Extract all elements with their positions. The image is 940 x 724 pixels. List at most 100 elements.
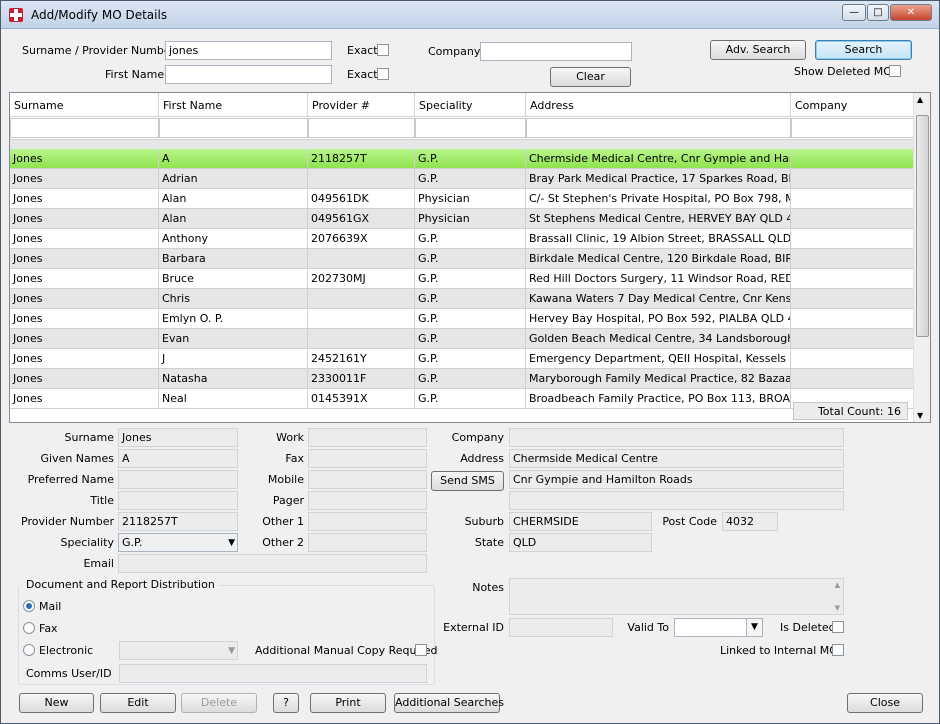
- given-names-field[interactable]: A: [118, 449, 238, 468]
- suburb-field[interactable]: CHERMSIDE: [509, 512, 652, 531]
- filter-firstname[interactable]: [159, 118, 308, 138]
- speciality-value: G.P.: [122, 536, 143, 549]
- col-company-header[interactable]: Company: [791, 93, 915, 117]
- electronic-select[interactable]: ▼: [119, 641, 238, 660]
- work-field[interactable]: [308, 428, 427, 447]
- filter-speciality[interactable]: [415, 118, 526, 138]
- company-field[interactable]: [509, 428, 844, 447]
- table-row[interactable]: Jones J 2452161Y G.P. Emergency Department, …: [10, 349, 915, 369]
- table-cell: [791, 249, 915, 268]
- notes-field[interactable]: ▲ ▼: [509, 578, 844, 615]
- col-speciality-header[interactable]: Speciality: [415, 93, 526, 117]
- col-firstname-header[interactable]: First Name: [159, 93, 308, 117]
- notes-scroll-down-icon[interactable]: ▼: [835, 604, 840, 612]
- manual-copy-checkbox[interactable]: [415, 644, 427, 656]
- close-button[interactable]: Close: [847, 693, 923, 713]
- company-search-input[interactable]: [480, 42, 632, 61]
- table-row[interactable]: Jones Bruce 202730MJ G.P. Red Hill Doctors S…: [10, 269, 915, 289]
- scroll-thumb[interactable]: [916, 115, 929, 337]
- table-cell: [791, 229, 915, 248]
- table-row[interactable]: Jones A 2118257T G.P. Chermside Medical Cent…: [10, 149, 915, 169]
- filter-surname[interactable]: [10, 118, 159, 138]
- table-cell: 2118257T: [308, 149, 415, 168]
- table-row[interactable]: Jones Chris G.P. Kawana Waters 7 Day Medica…: [10, 289, 915, 309]
- maximize-button[interactable]: □: [867, 4, 889, 21]
- table-cell: Jones: [10, 329, 159, 348]
- provider-number-field[interactable]: 2118257T: [118, 512, 238, 531]
- electronic-label: Electronic: [39, 644, 94, 657]
- table-cell: Brassall Clinic, 19 Albion Street, BRASS…: [526, 229, 791, 248]
- filter-company[interactable]: [791, 118, 915, 138]
- notes-scroll-up-icon[interactable]: ▲: [835, 581, 840, 589]
- scroll-up-icon[interactable]: ▲: [917, 95, 923, 104]
- surname-search-input[interactable]: jones: [165, 41, 332, 60]
- state-field[interactable]: QLD: [509, 533, 652, 552]
- grid-scrollbar[interactable]: ▲ ▼: [913, 93, 930, 422]
- firstname-search-input[interactable]: [165, 65, 332, 84]
- is-deleted-checkbox[interactable]: [832, 621, 844, 633]
- table-cell: G.P.: [415, 229, 526, 248]
- search-button[interactable]: Search: [815, 40, 912, 60]
- table-row[interactable]: Jones Natasha 2330011F G.P. Maryborough Fami…: [10, 369, 915, 389]
- table-row[interactable]: Jones Evan G.P. Golden Beach Medical Centre…: [10, 329, 915, 349]
- preferred-name-field[interactable]: [118, 470, 238, 489]
- comms-user-field[interactable]: [119, 664, 427, 683]
- print-button[interactable]: Print: [310, 693, 386, 713]
- exact-firstname-checkbox[interactable]: [377, 68, 389, 80]
- linked-internal-checkbox[interactable]: [832, 644, 844, 656]
- calendar-dropdown-icon[interactable]: ▼: [746, 619, 762, 636]
- exact-surname-checkbox[interactable]: [377, 44, 389, 56]
- valid-to-picker[interactable]: ▼: [674, 618, 763, 637]
- col-surname-header[interactable]: Surname: [10, 93, 159, 117]
- col-provider-header[interactable]: Provider #: [308, 93, 415, 117]
- external-id-field[interactable]: [509, 618, 613, 637]
- table-row[interactable]: Jones Adrian G.P. Bray Park Medical Practic…: [10, 169, 915, 189]
- show-deleted-checkbox[interactable]: [889, 65, 901, 77]
- table-cell: G.P.: [415, 389, 526, 408]
- table-cell: G.P.: [415, 349, 526, 368]
- help-button[interactable]: ?: [273, 693, 299, 713]
- delete-button[interactable]: Delete: [181, 693, 257, 713]
- table-cell: Neal: [159, 389, 308, 408]
- fax-field[interactable]: [308, 449, 427, 468]
- other1-field[interactable]: [308, 512, 427, 531]
- title-field[interactable]: [118, 491, 238, 510]
- address-line2-field[interactable]: Cnr Gympie and Hamilton Roads: [509, 470, 844, 489]
- additional-searches-button[interactable]: Additional Searches: [394, 693, 504, 713]
- table-row[interactable]: Jones Alan 049561DK Physician C/- St Stephen…: [10, 189, 915, 209]
- clear-button[interactable]: Clear: [550, 67, 631, 87]
- table-row[interactable]: Jones Alan 049561GX Physician St Stephens Me…: [10, 209, 915, 229]
- table-cell: [308, 169, 415, 188]
- mail-radio[interactable]: [23, 600, 35, 612]
- email-field[interactable]: [118, 554, 427, 573]
- send-sms-button[interactable]: Send SMS: [431, 471, 504, 491]
- new-button[interactable]: New: [19, 693, 94, 713]
- provider-number-label: Provider Number: [21, 515, 114, 528]
- adv-search-button[interactable]: Adv. Search: [710, 40, 806, 60]
- postcode-field[interactable]: 4032: [722, 512, 778, 531]
- table-row[interactable]: Jones Neal 0145391X G.P. Broadbeach Family P…: [10, 389, 915, 409]
- valid-to-label: Valid To: [627, 621, 669, 634]
- col-address-header[interactable]: Address: [526, 93, 791, 117]
- pager-field[interactable]: [308, 491, 427, 510]
- window-title: Add/Modify MO Details: [31, 8, 168, 22]
- speciality-select[interactable]: G.P. ▼: [118, 533, 238, 552]
- minimize-button[interactable]: —: [842, 4, 866, 21]
- close-window-button[interactable]: ✕: [890, 4, 932, 21]
- table-row[interactable]: Jones Barbara G.P. Birkdale Medical Centre,…: [10, 249, 915, 269]
- fax-radio-label: Fax: [39, 622, 58, 635]
- edit-button[interactable]: Edit: [100, 693, 176, 713]
- scroll-down-icon[interactable]: ▼: [917, 411, 923, 420]
- filter-address[interactable]: [526, 118, 791, 138]
- address-line3-field[interactable]: [509, 491, 844, 510]
- is-deleted-label: Is Deleted: [780, 621, 836, 634]
- filter-provider[interactable]: [308, 118, 415, 138]
- fax-radio[interactable]: [23, 622, 35, 634]
- address-line1-field[interactable]: Chermside Medical Centre: [509, 449, 844, 468]
- surname-field[interactable]: Jones: [118, 428, 238, 447]
- table-row[interactable]: Jones Emlyn O. P. G.P. Hervey Bay Hospital,…: [10, 309, 915, 329]
- electronic-radio[interactable]: [23, 644, 35, 656]
- mobile-field[interactable]: [308, 470, 427, 489]
- table-row[interactable]: Jones Anthony 2076639X G.P. Brassall Clinic,…: [10, 229, 915, 249]
- other2-field[interactable]: [308, 533, 427, 552]
